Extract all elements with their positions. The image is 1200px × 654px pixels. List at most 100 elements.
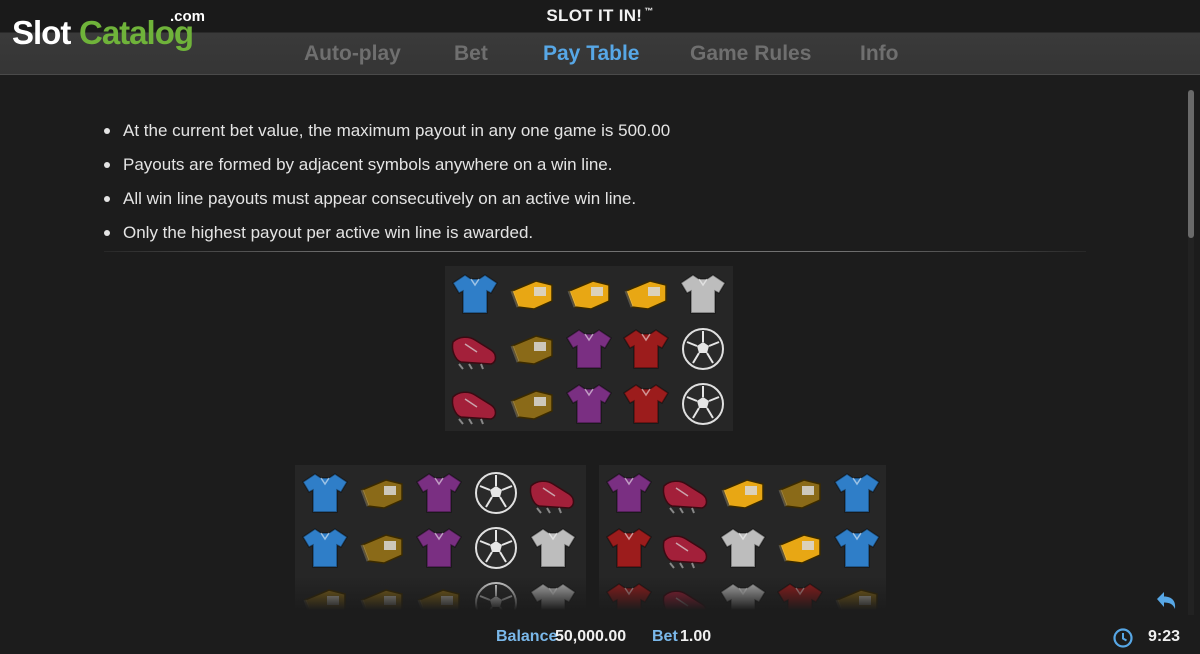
- tab-auto-play[interactable]: Auto-play: [304, 42, 401, 66]
- reel-symbol-white-jersey: [715, 576, 771, 610]
- reel-symbol-red-jersey: [601, 576, 657, 610]
- reel-symbol-red-boot: [658, 466, 714, 520]
- reel-symbol-blue-jersey: [447, 267, 503, 321]
- jersey-icon: [565, 329, 613, 369]
- whistle-icon: [360, 479, 403, 509]
- whistle-icon: [360, 589, 403, 610]
- jersey-icon: [415, 528, 463, 568]
- reel-symbol-ball: [675, 377, 731, 431]
- reel-symbol-gold-whistle: [504, 267, 560, 321]
- boot-icon: [529, 480, 575, 514]
- rule-consecutive: All win line payouts must appear consecu…: [104, 182, 1084, 216]
- jersey-icon: [529, 583, 577, 610]
- boot-icon: [662, 535, 708, 569]
- rule-max-payout: At the current bet value, the maximum pa…: [104, 114, 1084, 148]
- jersey-icon: [622, 329, 670, 369]
- reel-symbol-blue-jersey: [829, 521, 885, 575]
- reel-symbol-gold-whistle: [715, 466, 771, 520]
- reel-symbol-ball: [468, 466, 524, 520]
- reel-grid-bottom-right: [599, 465, 886, 610]
- reel-symbol-red-jersey: [772, 576, 828, 610]
- reel-symbol-ball: [468, 521, 524, 575]
- whistle-icon: [778, 534, 821, 564]
- whistle-icon: [624, 280, 667, 310]
- reel-symbol-red-boot: [658, 576, 714, 610]
- jersey-icon: [529, 528, 577, 568]
- jersey-icon: [565, 384, 613, 424]
- reel-grid-bottom-left: [295, 465, 586, 610]
- reel-symbol-white-jersey: [525, 576, 581, 610]
- pay-rules-list: At the current bet value, the maximum pa…: [104, 114, 1084, 250]
- reel-symbol-dark-whistle: [504, 322, 560, 376]
- back-arrow-icon[interactable]: [1151, 587, 1181, 617]
- reel-symbol-white-jersey: [715, 521, 771, 575]
- whistle-icon: [510, 280, 553, 310]
- jersey-icon: [833, 473, 881, 513]
- rule-highest-payout: Only the highest payout per active win l…: [104, 216, 1084, 250]
- jersey-icon: [605, 528, 653, 568]
- tab-pay-table[interactable]: Pay Table: [543, 42, 640, 66]
- tab-bet[interactable]: Bet: [454, 42, 488, 66]
- ball-icon: [682, 328, 724, 370]
- jersey-icon: [301, 528, 349, 568]
- reel-symbol-white-jersey: [525, 521, 581, 575]
- boot-icon: [662, 590, 708, 610]
- reel-symbol-dark-whistle: [354, 576, 410, 610]
- reel-symbol-purple-jersey: [601, 466, 657, 520]
- bet-value: 1.00: [680, 628, 712, 645]
- reel-symbol-gold-whistle: [772, 521, 828, 575]
- jersey-icon: [833, 528, 881, 568]
- reel-symbol-ball: [468, 576, 524, 610]
- reel-symbol-red-jersey: [601, 521, 657, 575]
- reel-symbol-gold-whistle: [561, 267, 617, 321]
- tab-game-rules[interactable]: Game Rules: [690, 42, 811, 66]
- reel-symbol-red-boot: [658, 521, 714, 575]
- reel-symbol-white-jersey: [675, 267, 731, 321]
- reel-symbol-purple-jersey: [411, 521, 467, 575]
- whistle-icon: [778, 479, 821, 509]
- boot-icon: [451, 391, 497, 425]
- jersey-icon: [451, 274, 499, 314]
- reel-symbol-dark-whistle: [504, 377, 560, 431]
- whistle-icon: [510, 335, 553, 365]
- clock-time: 9:23: [1148, 628, 1181, 645]
- reel-symbol-blue-jersey: [297, 521, 353, 575]
- scrollbar-thumb[interactable]: [1188, 90, 1194, 238]
- reel-symbol-dark-whistle: [354, 466, 410, 520]
- reel-symbol-purple-jersey: [411, 466, 467, 520]
- whistle-icon: [835, 589, 878, 610]
- reel-symbol-blue-jersey: [297, 466, 353, 520]
- whistle-icon: [360, 534, 403, 564]
- jersey-icon: [622, 384, 670, 424]
- whistle-icon: [721, 479, 764, 509]
- reel-symbol-red-jersey: [618, 322, 674, 376]
- jersey-icon: [679, 274, 727, 314]
- boot-icon: [451, 336, 497, 370]
- reel-symbol-dark-whistle: [772, 466, 828, 520]
- trademark-mark: ™: [644, 6, 654, 16]
- jersey-icon: [301, 473, 349, 513]
- reel-symbol-gold-whistle: [618, 267, 674, 321]
- tab-info[interactable]: Info: [860, 42, 898, 66]
- clock-icon: [1112, 627, 1134, 649]
- reel-symbol-dark-whistle: [829, 576, 885, 610]
- reel-symbol-purple-jersey: [561, 322, 617, 376]
- balance-label: Balance: [496, 628, 558, 645]
- whistle-icon: [567, 280, 610, 310]
- reel-symbol-dark-whistle: [297, 576, 353, 610]
- reel-symbol-red-boot: [525, 466, 581, 520]
- bet-label: Bet: [652, 628, 678, 645]
- jersey-icon: [776, 583, 824, 610]
- jersey-icon: [605, 473, 653, 513]
- top-bar: Slot Catalog .com SLOT IT IN! ™ Auto-play…: [0, 0, 1200, 75]
- reel-grid-top: [445, 266, 733, 431]
- ball-icon: [475, 527, 517, 569]
- reel-symbol-red-jersey: [618, 377, 674, 431]
- jersey-icon: [605, 583, 653, 610]
- reel-symbol-ball: [675, 322, 731, 376]
- whistle-icon: [510, 390, 553, 420]
- reel-symbol-red-boot: [447, 377, 503, 431]
- rule-adjacent-symbols: Payouts are formed by adjacent symbols a…: [104, 148, 1084, 182]
- jersey-icon: [415, 473, 463, 513]
- ball-icon: [475, 582, 517, 610]
